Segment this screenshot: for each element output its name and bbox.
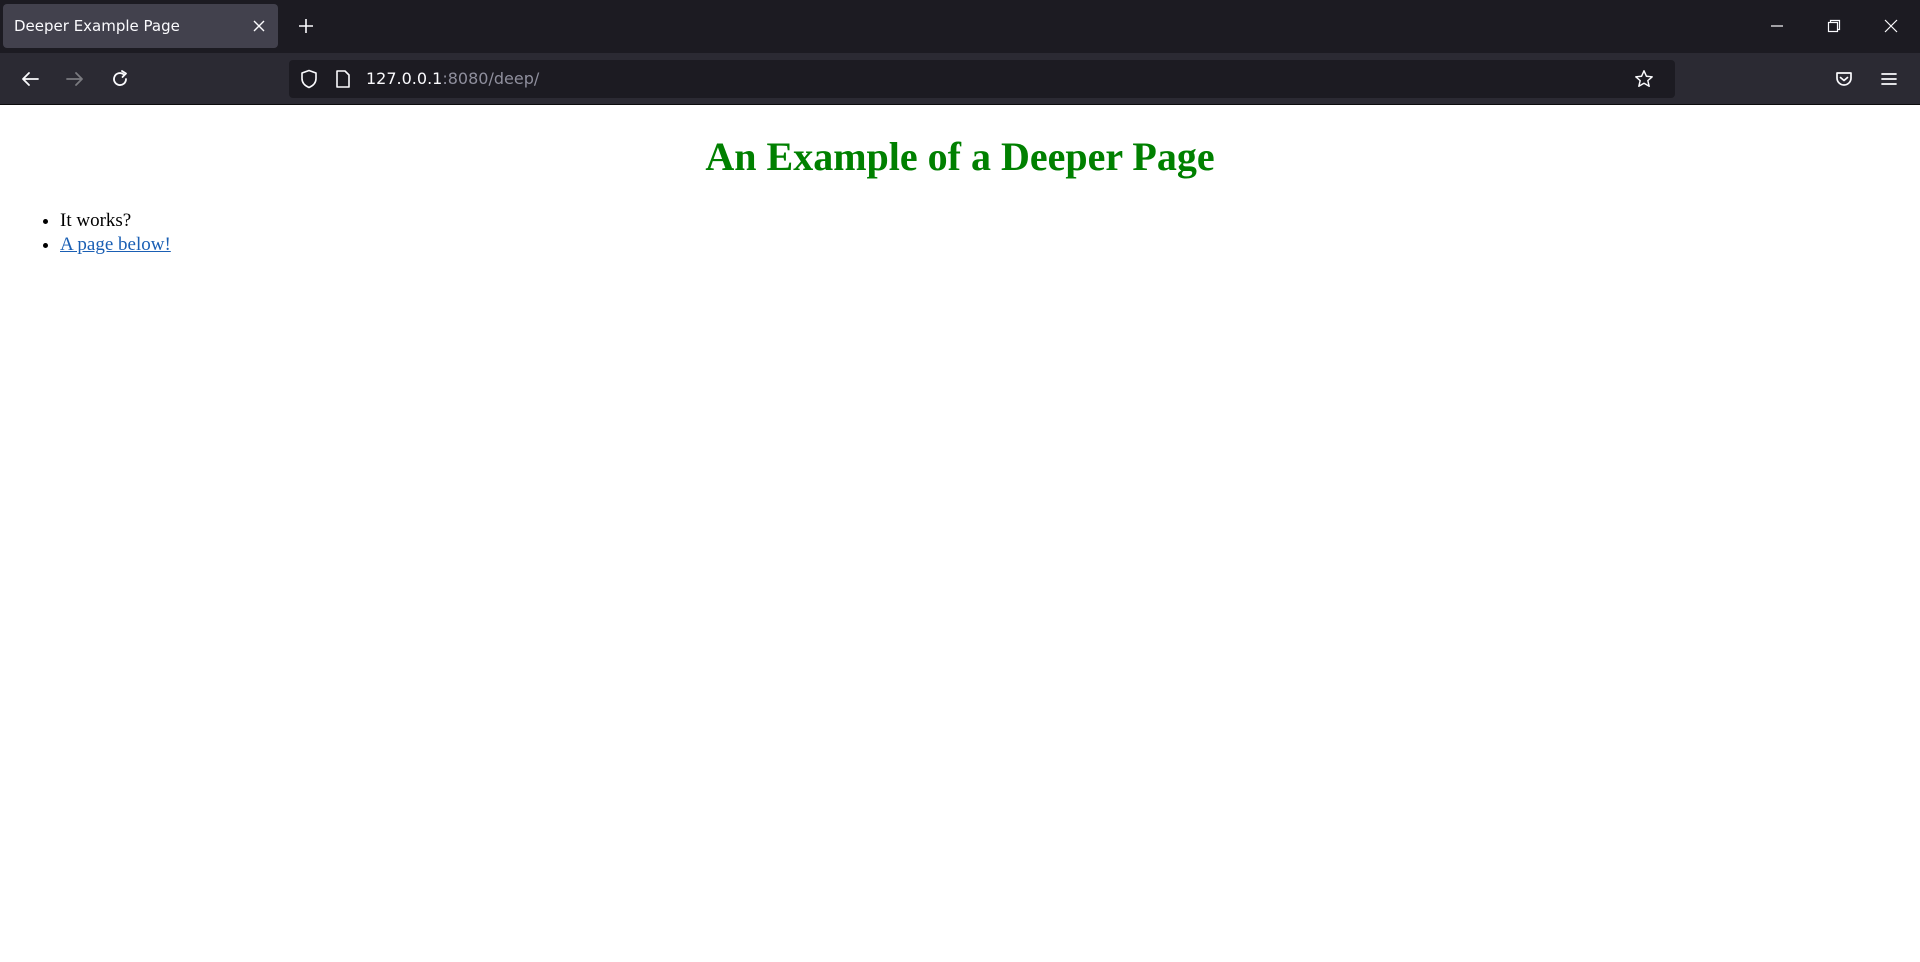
reload-button[interactable] xyxy=(104,63,136,95)
page-icon[interactable] xyxy=(333,69,353,89)
back-button[interactable] xyxy=(14,63,46,95)
shield-icon[interactable] xyxy=(299,69,319,89)
browser-window: Deeper Example Page 127.0.0.1:8080/deep/… xyxy=(0,0,1920,962)
page-heading: An Example of a Deeper Page xyxy=(705,134,1215,179)
close-icon xyxy=(1884,19,1898,33)
list-item: It works? xyxy=(60,209,1920,233)
app-menu-button[interactable] xyxy=(1873,63,1905,95)
navigation-toolbar: 127.0.0.1:8080/deep/ xyxy=(0,53,1920,105)
arrow-right-icon xyxy=(66,72,83,86)
list-item-text: It works? xyxy=(60,210,132,231)
minimize-icon xyxy=(1771,25,1783,27)
minimize-button[interactable] xyxy=(1762,12,1792,40)
tab-title: Deeper Example Page xyxy=(14,17,180,35)
reload-icon xyxy=(113,70,127,86)
list-item: A page below! xyxy=(60,233,1920,257)
page-below-link[interactable]: A page below! xyxy=(60,234,171,255)
item-list: It works? A page below! xyxy=(0,209,1920,257)
url-host: 127.0.0.1 xyxy=(366,69,443,88)
url-text[interactable]: 127.0.0.1:8080/deep/ xyxy=(366,69,539,88)
new-tab-button[interactable] xyxy=(293,12,319,40)
tab-active[interactable]: Deeper Example Page xyxy=(3,4,278,48)
tab-close-icon[interactable] xyxy=(250,17,268,35)
tab-strip: Deeper Example Page xyxy=(0,0,1920,53)
url-bar[interactable]: 127.0.0.1:8080/deep/ xyxy=(289,60,1675,98)
forward-button[interactable] xyxy=(59,63,91,95)
restore-button[interactable] xyxy=(1819,12,1849,40)
hamburger-menu-icon xyxy=(1881,73,1897,85)
bookmark-star-icon[interactable] xyxy=(1634,69,1654,89)
window-close-button[interactable] xyxy=(1876,12,1906,40)
arrow-left-icon xyxy=(22,72,39,86)
pocket-button[interactable] xyxy=(1828,63,1860,95)
restore-icon xyxy=(1827,19,1841,33)
page-content: An Example of a Deeper Page It works? A … xyxy=(0,105,1920,962)
url-path: :8080/deep/ xyxy=(442,69,540,88)
pocket-icon xyxy=(1836,72,1852,86)
plus-icon xyxy=(299,19,313,33)
